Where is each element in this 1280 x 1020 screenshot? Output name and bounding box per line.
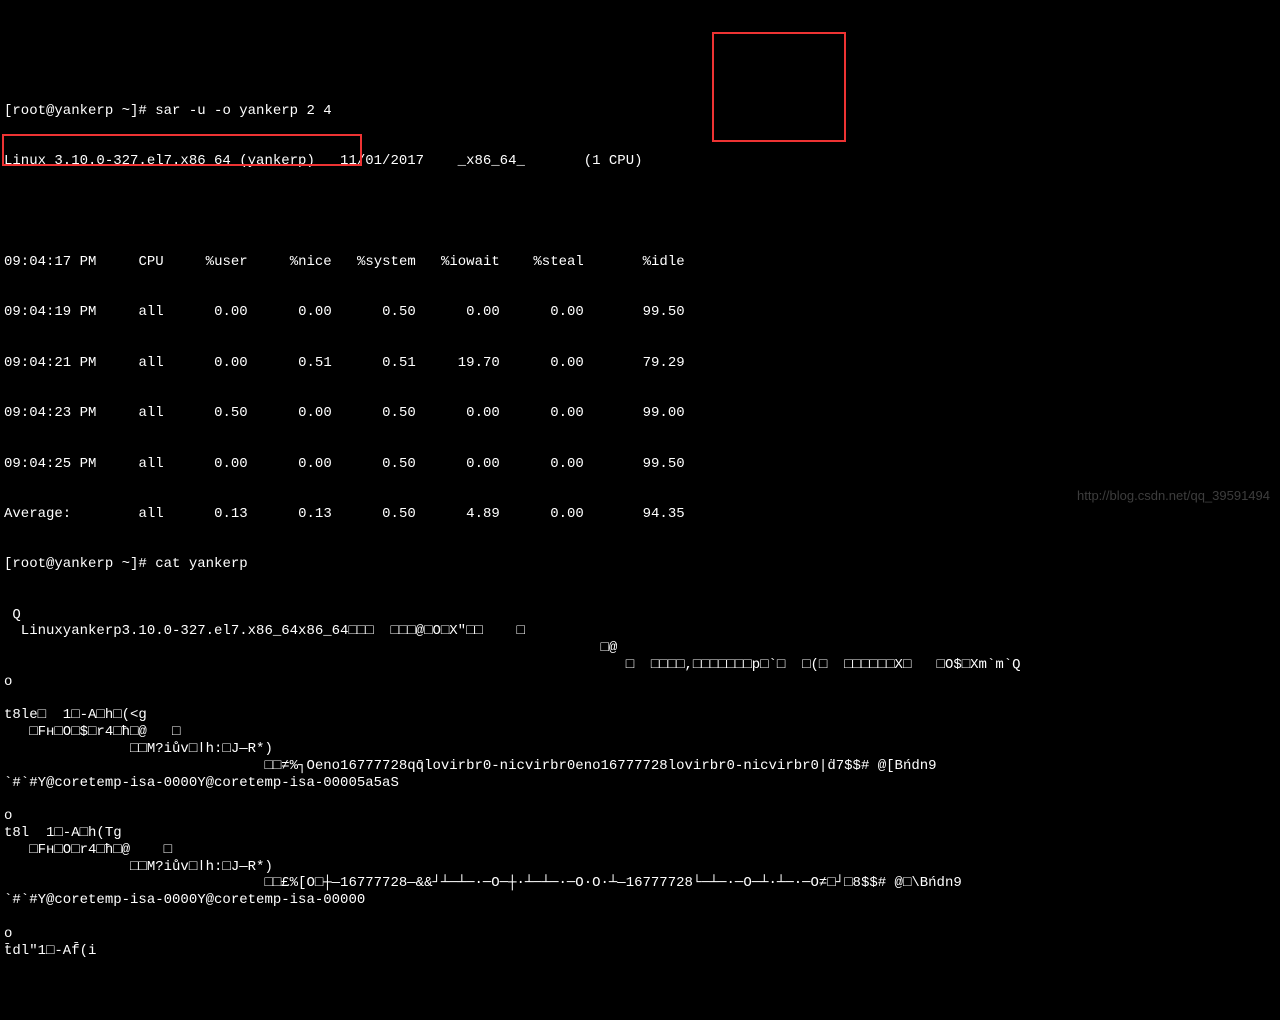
binary-output-line: □□≠%┐Oeno16777728qq̄lovirbr0-nicvirbr0en… (4, 758, 1276, 775)
binary-output-line: t8le□ 1□-A□h□(<g (4, 707, 1276, 724)
binary-output-line: t8l 1□-A□h(Tg (4, 825, 1276, 842)
watermark-text: http://blog.csdn.net/qq_39591494 (1077, 488, 1270, 504)
binary-output-line (4, 791, 1276, 808)
binary-output-line: □□M?iův□ǀh:□J—R*) (4, 859, 1276, 876)
binary-output-line: o (4, 926, 1276, 943)
binary-output-line: □□M?iův□ǀh:□J—R*) (4, 741, 1276, 758)
command-text: sar -u -o yankerp 2 4 (155, 103, 331, 119)
kernel-info: Linux 3.10.0-327.el7.x86_64 (yankerp) 11… (4, 153, 1276, 170)
binary-output-line: o (4, 674, 1276, 691)
terminal-output[interactable]: [root@yankerp ~]# sar -u -o yankerp 2 4 … (0, 67, 1280, 978)
binary-output-line: □Fн□O□r4□ћ□@ □ (4, 842, 1276, 859)
binary-output-line: Linuxyankerp3.10.0-327.el7.x86_64x86_64□… (4, 623, 1276, 640)
prompt-line-1: [root@yankerp ~]# sar -u -o yankerp 2 4 (4, 103, 1276, 120)
sar-average-row: Average: all 0.13 0.13 0.50 4.89 0.00 94… (4, 506, 1276, 523)
sar-data-row: 09:04:21 PM all 0.00 0.51 0.51 19.70 0.0… (4, 355, 1276, 372)
prompt-line-2: [root@yankerp ~]# cat yankerp (4, 556, 1276, 573)
sar-data-row: 09:04:19 PM all 0.00 0.00 0.50 0.00 0.00… (4, 304, 1276, 321)
sar-header-row: 09:04:17 PM CPU %user %nice %system %iow… (4, 254, 1276, 271)
shell-prompt: [root@yankerp ~]# (4, 103, 155, 119)
blank-line (4, 204, 1276, 221)
shell-prompt: [root@yankerp ~]# (4, 556, 155, 572)
binary-output-line: □@ (4, 640, 1276, 657)
binary-output-line: t̄dl"1□-Af̄(i (4, 943, 1276, 960)
binary-output-line: o (4, 808, 1276, 825)
binary-output-line: `#`#Y@coretemp-isa-0000Y@coretemp-isa-00… (4, 892, 1276, 909)
binary-output-line: □Fн□O□$□r4□ћ□@ □ (4, 724, 1276, 741)
binary-output-line (4, 691, 1276, 708)
binary-output-line: □ □□□□,□□□□□□□p□`□ □(□ □□□□□□X□ □O$□Xm`m… (4, 657, 1276, 674)
sar-data-row: 09:04:23 PM all 0.50 0.00 0.50 0.00 0.00… (4, 405, 1276, 422)
command-text: cat yankerp (155, 556, 247, 572)
binary-output-block: Q Linuxyankerp3.10.0-327.el7.x86_64x86_6… (4, 607, 1276, 960)
binary-output-line: `#`#Y@coretemp-isa-0000Y@coretemp-isa-00… (4, 775, 1276, 792)
sar-data-row: 09:04:25 PM all 0.00 0.00 0.50 0.00 0.00… (4, 456, 1276, 473)
binary-output-line (4, 909, 1276, 926)
binary-output-line: □□£%[O□┼—16777728—&&┘┴─┴─·─O─┼·┴─┴─·─O·O… (4, 875, 1276, 892)
binary-output-line: Q (4, 607, 1276, 624)
